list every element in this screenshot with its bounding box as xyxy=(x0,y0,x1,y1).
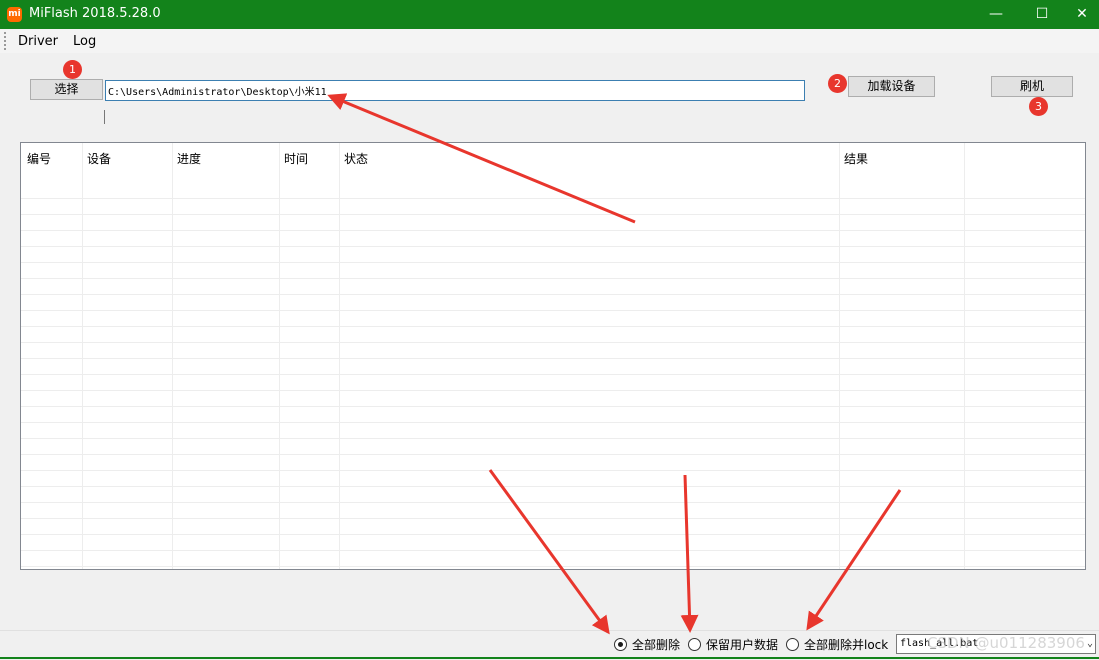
maximize-button[interactable]: ☐ xyxy=(1019,0,1065,29)
radio-clean-all-and-lock[interactable] xyxy=(786,638,799,651)
radio-label-clean-all-and-lock[interactable]: 全部删除并lock xyxy=(804,636,888,653)
menu-log[interactable]: Log xyxy=(73,34,96,49)
flash-button[interactable]: 刷机 xyxy=(991,76,1073,97)
column-divider xyxy=(964,143,965,569)
radio-save-user-data[interactable] xyxy=(688,638,701,651)
column-divider xyxy=(839,143,840,569)
column-header-progress[interactable]: 进度 xyxy=(177,150,201,167)
column-divider xyxy=(82,143,83,569)
splitter xyxy=(104,110,105,124)
menu-bar: Driver Log xyxy=(0,29,1099,53)
column-header-id[interactable]: 编号 xyxy=(27,150,51,167)
column-header-result[interactable]: 结果 xyxy=(844,150,868,167)
column-header-status[interactable]: 状态 xyxy=(344,150,368,167)
column-header-time[interactable]: 时间 xyxy=(284,150,308,167)
chevron-down-icon[interactable]: ⌄ xyxy=(1087,635,1093,653)
column-header-device[interactable]: 设备 xyxy=(87,150,111,167)
device-table[interactable]: 编号 设备 进度 时间 状态 结果 xyxy=(20,142,1086,570)
annotation-badge-1: 1 xyxy=(63,60,82,79)
radio-label-save-user-data[interactable]: 保留用户数据 xyxy=(706,636,778,653)
watermark: CSDN @u011283906 xyxy=(927,634,1085,652)
minimize-button[interactable]: — xyxy=(973,0,1019,29)
load-device-button[interactable]: 加载设备 xyxy=(848,76,935,97)
column-divider xyxy=(339,143,340,569)
annotation-badge-3: 3 xyxy=(1029,97,1048,116)
column-divider xyxy=(172,143,173,569)
close-button[interactable]: ✕ xyxy=(1065,0,1099,29)
select-folder-button[interactable]: 选择 xyxy=(30,79,103,100)
table-rows: 编号 设备 进度 时间 状态 结果 xyxy=(21,143,1085,569)
column-divider xyxy=(279,143,280,569)
menu-grip-icon xyxy=(4,32,6,50)
annotation-badge-2: 2 xyxy=(828,74,847,93)
radio-selected-dot xyxy=(618,642,623,647)
radio-label-clean-all[interactable]: 全部删除 xyxy=(632,636,680,653)
menu-driver[interactable]: Driver xyxy=(18,34,58,49)
window-title: MiFlash 2018.5.28.0 xyxy=(29,6,161,21)
mi-logo-icon: mi xyxy=(7,7,22,22)
radio-clean-all[interactable] xyxy=(614,638,627,651)
path-input[interactable] xyxy=(105,80,805,101)
title-bar: mi MiFlash 2018.5.28.0 — ☐ ✕ xyxy=(0,0,1099,29)
